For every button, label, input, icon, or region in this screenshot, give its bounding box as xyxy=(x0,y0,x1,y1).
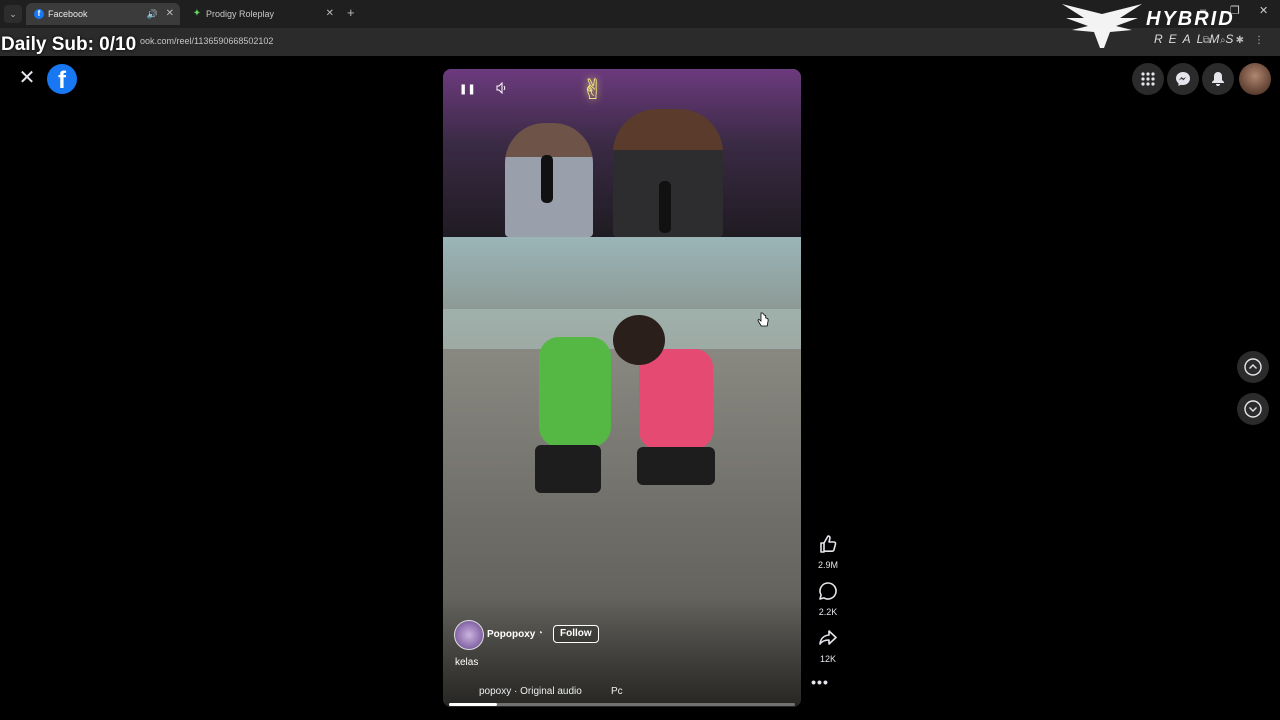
volume-icon[interactable] xyxy=(496,81,508,97)
follow-button[interactable]: Follow xyxy=(553,625,599,643)
head-graphic xyxy=(613,315,665,365)
tab-prodigy-roleplay[interactable]: ✦ Prodigy Roleplay ✕ xyxy=(184,3,340,25)
reel-caption: kelas xyxy=(455,657,479,668)
url-field[interactable]: ook.com/reel/1136590668502102 xyxy=(140,36,273,46)
messenger-icon[interactable] xyxy=(1167,63,1199,95)
comment-count: 2.2K xyxy=(818,607,838,617)
shorts-graphic xyxy=(637,447,715,485)
tab-list-chevron-icon[interactable]: ⌄ xyxy=(4,5,22,23)
globe-icon: ◔ xyxy=(537,628,544,639)
watermark-word: HYBRID xyxy=(1146,8,1235,30)
author-name[interactable]: Popopoxy xyxy=(487,629,535,640)
more-options-icon[interactable]: ••• xyxy=(810,674,830,690)
profile-avatar[interactable] xyxy=(1239,63,1271,95)
tab-audio-icon[interactable]: 🔊 xyxy=(147,3,158,25)
window-close-icon[interactable]: ✕ xyxy=(1259,4,1268,17)
video-progress-bar[interactable] xyxy=(449,703,795,706)
pause-icon[interactable]: ❚❚ xyxy=(459,84,476,95)
new-tab-plus-icon[interactable]: + xyxy=(347,4,355,22)
chevron-down-icon xyxy=(1244,400,1262,418)
menu-dots-icon[interactable]: ⋮ xyxy=(1254,35,1264,46)
tab-close-icon[interactable]: ✕ xyxy=(326,3,334,25)
hybrid-realms-watermark: HYBRID REALMS xyxy=(1058,2,1248,52)
comment-button[interactable]: 2.2K xyxy=(808,581,848,617)
watermark-word-2: REALMS xyxy=(1154,32,1240,46)
thumbs-up-icon xyxy=(820,535,837,553)
author-avatar[interactable] xyxy=(454,620,484,650)
notifications-bell-icon[interactable] xyxy=(1202,63,1234,95)
audio-track-more: Pc xyxy=(611,686,623,697)
shorts-graphic xyxy=(535,445,601,493)
share-arrow-icon xyxy=(819,630,837,645)
tab-facebook[interactable]: f Facebook 🔊 ✕ xyxy=(26,3,180,25)
eagle-logo-icon xyxy=(1062,4,1142,48)
previous-reel-button[interactable] xyxy=(1237,351,1269,383)
comment-bubble-icon xyxy=(819,582,837,600)
facebook-favicon-icon: f xyxy=(34,9,44,19)
video-progress-fill xyxy=(449,703,498,706)
microphone-graphic xyxy=(659,181,671,233)
like-count: 2.9M xyxy=(817,560,838,570)
tab-title: Facebook xyxy=(48,9,88,19)
neon-sign-graphic: ✌ xyxy=(581,74,605,105)
tab-close-icon[interactable]: ✕ xyxy=(166,3,174,25)
facebook-logo-icon[interactable]: f xyxy=(47,64,77,94)
share-button[interactable]: 12K xyxy=(808,628,848,664)
audio-track-label[interactable]: popoxy · Original audio xyxy=(479,686,582,697)
leaf-favicon-icon: ✦ xyxy=(192,8,202,19)
hand-cursor-icon xyxy=(757,312,769,327)
microphone-graphic xyxy=(541,155,553,203)
like-button[interactable]: 2.9M xyxy=(808,534,848,570)
chevron-up-icon xyxy=(1244,358,1262,376)
child-pink-shirt-graphic xyxy=(639,349,713,449)
close-icon[interactable]: ✕ xyxy=(17,68,37,88)
next-reel-button[interactable] xyxy=(1237,393,1269,425)
daily-sub-counter: Daily Sub: 0/10 xyxy=(1,34,137,55)
tab-title: Prodigy Roleplay xyxy=(206,9,275,19)
share-count: 12K xyxy=(819,654,836,664)
menu-grid-icon[interactable] xyxy=(1132,63,1164,95)
reel-video-player[interactable]: ✌ ❚❚ Popopoxy ◔ Follow kelas popoxy · Or… xyxy=(443,69,801,707)
child-green-shirt-graphic xyxy=(539,337,611,447)
